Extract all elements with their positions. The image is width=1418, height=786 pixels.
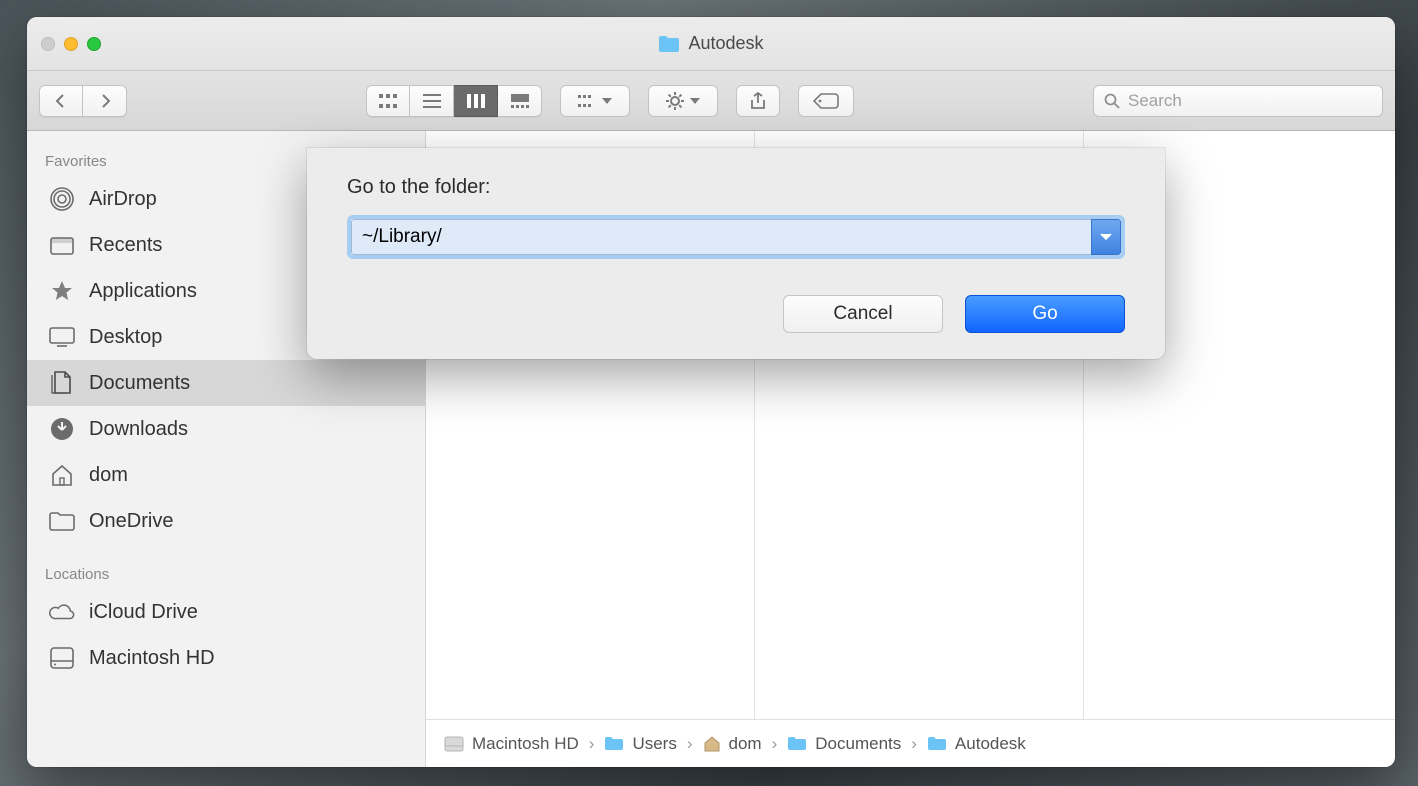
downloads-icon: [49, 416, 75, 442]
search-field[interactable]: [1093, 85, 1383, 117]
airdrop-icon: [49, 186, 75, 212]
chevron-right-icon: ›: [687, 734, 693, 754]
sidebar-item-label: AirDrop: [89, 188, 157, 211]
path-segment-macintosh-hd[interactable]: Macintosh HD: [444, 734, 579, 754]
path-label: Documents: [815, 734, 901, 754]
gallery-view-button[interactable]: [498, 85, 542, 117]
tags-button[interactable]: [798, 85, 854, 117]
path-label: dom: [729, 734, 762, 754]
chevron-right-icon: ›: [911, 734, 917, 754]
window-title-text: Autodesk: [688, 33, 763, 54]
sidebar-item-icloud[interactable]: iCloud Drive: [27, 589, 425, 635]
cloud-icon: [49, 599, 75, 625]
sidebar-item-documents[interactable]: Documents: [27, 360, 425, 406]
column-view-button[interactable]: [454, 85, 498, 117]
chevron-right-icon: ›: [772, 734, 778, 754]
sheet-buttons: Cancel Go: [347, 295, 1125, 333]
back-button[interactable]: [39, 85, 83, 117]
group-by-button[interactable]: [560, 85, 630, 117]
sidebar-item-home[interactable]: dom: [27, 452, 425, 498]
sidebar-item-onedrive[interactable]: OneDrive: [27, 498, 425, 544]
maximize-window-button[interactable]: [87, 37, 101, 51]
sidebar-item-macintosh-hd[interactable]: Macintosh HD: [27, 635, 425, 681]
forward-button[interactable]: [83, 85, 127, 117]
folder-icon: [604, 736, 624, 751]
folder-path-combo: [347, 215, 1125, 259]
home-icon: [703, 736, 721, 752]
desktop-icon: [49, 324, 75, 350]
locations-header: Locations: [27, 558, 425, 589]
sidebar-item-label: Downloads: [89, 418, 188, 441]
chevron-right-icon: ›: [589, 734, 595, 754]
toolbar: [27, 71, 1395, 131]
action-button[interactable]: [648, 85, 718, 117]
folder-icon: [658, 35, 680, 53]
folder-icon: [787, 736, 807, 751]
sheet-label: Go to the folder:: [347, 176, 1125, 199]
search-input[interactable]: [1128, 91, 1372, 111]
applications-icon: [49, 278, 75, 304]
home-icon: [49, 462, 75, 488]
search-icon: [1104, 93, 1120, 109]
path-segment-autodesk[interactable]: Autodesk: [927, 734, 1026, 754]
sidebar-item-label: Documents: [89, 372, 190, 395]
window-titlebar: Autodesk: [27, 17, 1395, 71]
sidebar-item-label: Desktop: [89, 326, 162, 349]
recents-icon: [49, 232, 75, 258]
view-group: [366, 85, 542, 117]
dropdown-button[interactable]: [1091, 219, 1121, 255]
path-label: Macintosh HD: [472, 734, 579, 754]
documents-icon: [49, 370, 75, 396]
sidebar-item-label: OneDrive: [89, 510, 173, 533]
sidebar-item-label: dom: [89, 464, 128, 487]
go-to-folder-sheet: Go to the folder: Cancel Go: [307, 148, 1165, 359]
finder-window: Autodesk: [27, 17, 1395, 767]
list-view-button[interactable]: [410, 85, 454, 117]
minimize-window-button[interactable]: [64, 37, 78, 51]
folder-icon: [927, 736, 947, 751]
sidebar-item-label: Applications: [89, 280, 197, 303]
disk-icon: [49, 645, 75, 671]
share-button[interactable]: [736, 85, 780, 117]
sidebar-item-label: Recents: [89, 234, 162, 257]
sidebar-item-label: Macintosh HD: [89, 647, 215, 670]
path-label: Users: [632, 734, 676, 754]
close-window-button[interactable]: [41, 37, 55, 51]
sidebar-item-label: iCloud Drive: [89, 601, 198, 624]
path-segment-dom[interactable]: dom: [703, 734, 762, 754]
cancel-button[interactable]: Cancel: [783, 295, 943, 333]
folder-icon: [49, 508, 75, 534]
path-segment-users[interactable]: Users: [604, 734, 676, 754]
icon-view-button[interactable]: [366, 85, 410, 117]
nav-group: [39, 85, 127, 117]
window-title: Autodesk: [27, 33, 1395, 54]
go-button[interactable]: Go: [965, 295, 1125, 333]
sidebar-item-downloads[interactable]: Downloads: [27, 406, 425, 452]
path-segment-documents[interactable]: Documents: [787, 734, 901, 754]
folder-path-input[interactable]: [351, 219, 1091, 255]
path-label: Autodesk: [955, 734, 1026, 754]
disk-icon: [444, 736, 464, 752]
traffic-lights: [41, 37, 101, 51]
path-bar: Macintosh HD › Users › dom ›: [426, 719, 1395, 767]
